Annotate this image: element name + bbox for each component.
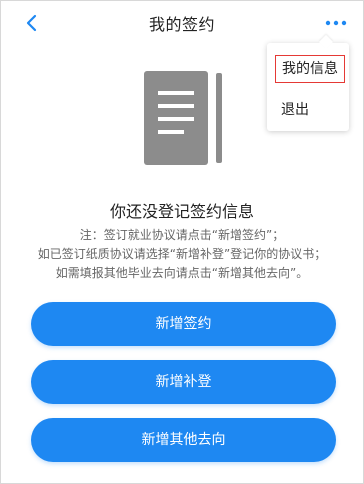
instructions: 注：签订就业协议请点击“新增签约”； 如已签订纸质协议请选择“新增补登”登记你的… xyxy=(1,226,363,283)
page-title: 我的签约 xyxy=(148,15,215,34)
more-dots-icon xyxy=(325,20,347,26)
app-frame: 我的签约 我的信息 退出 你还没登记签约信息 注：签订就业协议请点击“新增签约”… xyxy=(0,0,364,484)
empty-state-headline: 你还没登记签约信息 xyxy=(109,202,254,221)
add-contract-button[interactable]: 新增签约 xyxy=(31,302,336,346)
add-supplement-button[interactable]: 新增补登 xyxy=(31,360,336,404)
instruction-line: 注：签订就业协议请点击“新增签约”； xyxy=(79,228,285,242)
menu-item-my-info[interactable]: 我的信息 xyxy=(275,55,345,83)
instruction-line: 如需填报其他毕业去向请点击“新增其他去向”。 xyxy=(55,266,309,280)
top-bar: 我的签约 xyxy=(1,1,363,45)
more-button[interactable] xyxy=(323,11,349,35)
add-other-destination-button[interactable]: 新增其他去向 xyxy=(31,418,336,462)
menu-item-logout[interactable]: 退出 xyxy=(275,97,315,123)
document-icon xyxy=(144,71,222,165)
overflow-menu: 我的信息 退出 xyxy=(267,43,349,131)
instruction-line: 如已签订纸质协议请选择“新增补登”登记你的协议书； xyxy=(37,247,327,261)
